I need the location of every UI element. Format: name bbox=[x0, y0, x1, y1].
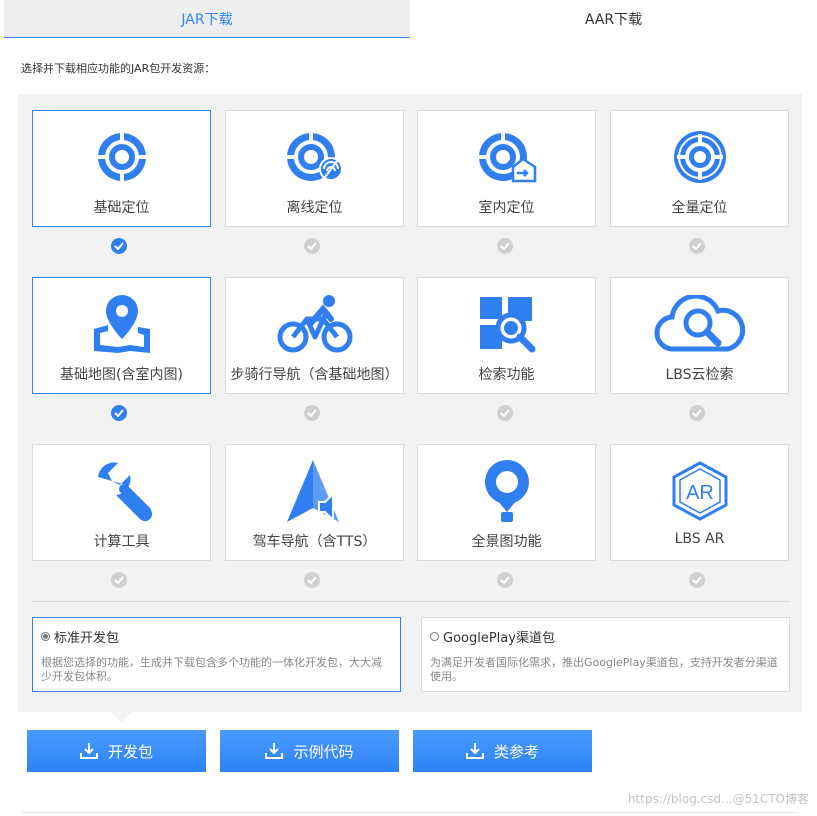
feature-card-calc-tools[interactable]: 计算工具 bbox=[32, 444, 211, 561]
download-icon bbox=[465, 743, 484, 759]
feature-card-lbs-cloud-search[interactable]: LBS云检索 bbox=[610, 277, 789, 394]
location-target-icon bbox=[33, 125, 210, 189]
check-icon-drive-navigation[interactable] bbox=[304, 572, 320, 588]
package-option-standard[interactable]: 标准开发包 根据您选择的功能，生成并下载包含多个功能的一体化开发包，大大减少开发… bbox=[32, 617, 401, 692]
feature-card-search[interactable]: 检索功能 bbox=[417, 277, 596, 394]
check-icon-ride-navigation[interactable] bbox=[304, 405, 320, 421]
check-icon-basic-location[interactable] bbox=[111, 238, 127, 254]
feature-label: 计算工具 bbox=[93, 534, 150, 550]
check-icon-panorama[interactable] bbox=[497, 572, 513, 588]
feature-label: 室内定位 bbox=[478, 200, 535, 216]
package-option-googleplay[interactable]: GooglePlay渠道包 为满足开发者国际化需求，推出GooglePlay渠道… bbox=[421, 617, 790, 692]
tab-jar-download[interactable]: JAR下载 bbox=[4, 0, 410, 38]
search-grid-icon bbox=[418, 292, 595, 356]
feature-label: 驾车导航（含TTS） bbox=[252, 534, 377, 550]
watermark: https://blog.csd...@51CTO博客 bbox=[627, 792, 809, 806]
ar-hexagon-icon: AR bbox=[611, 459, 788, 523]
download-icon bbox=[265, 743, 284, 759]
feature-card-lbs-ar[interactable]: AR LBS AR bbox=[610, 444, 789, 561]
feature-label: 基础地图(含室内图) bbox=[60, 367, 183, 383]
indoor-location-icon bbox=[418, 125, 595, 189]
full-location-icon bbox=[611, 125, 788, 189]
download-class-reference-button[interactable]: 类参考 bbox=[413, 730, 592, 772]
feature-label: 步骑行导航（含基础地图） bbox=[230, 367, 399, 383]
tab-aar-download[interactable]: AAR下载 bbox=[410, 0, 817, 38]
feature-label: 基础定位 bbox=[93, 200, 150, 216]
download-sample-code-button[interactable]: 示例代码 bbox=[220, 730, 399, 772]
feature-card-basic-map[interactable]: 基础地图(含室内图) bbox=[32, 277, 211, 394]
check-icon-basic-map[interactable] bbox=[111, 405, 127, 421]
feature-label: 离线定位 bbox=[286, 200, 343, 216]
check-icon-search[interactable] bbox=[497, 405, 513, 421]
divider bbox=[32, 601, 790, 602]
feature-card-drive-navigation[interactable]: 驾车导航（含TTS） bbox=[225, 444, 404, 561]
feature-card-full-location[interactable]: 全量定位 bbox=[610, 110, 789, 227]
feature-label: LBS云检索 bbox=[665, 367, 734, 383]
feature-label: 全景图功能 bbox=[471, 534, 542, 550]
feature-label: 检索功能 bbox=[478, 367, 535, 383]
wrench-icon bbox=[33, 459, 210, 523]
button-label: 示例代码 bbox=[293, 742, 354, 761]
check-icon-calc-tools[interactable] bbox=[111, 572, 127, 588]
package-title: 标准开发包 bbox=[54, 631, 120, 646]
cyclist-icon bbox=[226, 292, 403, 356]
cloud-search-icon bbox=[611, 292, 788, 356]
feature-card-indoor-location[interactable]: 室内定位 bbox=[417, 110, 596, 227]
feature-card-ride-navigation[interactable]: 步骑行导航（含基础地图） bbox=[225, 277, 404, 394]
check-icon-lbs-cloud-search[interactable] bbox=[689, 405, 705, 421]
package-description: 为满足开发者国际化需求，推出GooglePlay渠道包，支持开发者分渠道使用。 bbox=[430, 656, 778, 683]
intro-text: 选择并下载相应功能的JAR包开发资源： bbox=[21, 62, 216, 75]
check-icon-lbs-ar[interactable] bbox=[689, 572, 705, 588]
selection-pointer bbox=[110, 712, 132, 722]
feature-card-offline-location[interactable]: 离线定位 bbox=[225, 110, 404, 227]
check-icon-offline-location[interactable] bbox=[304, 238, 320, 254]
package-description: 根据您选择的功能，生成并下载包含多个功能的一体化开发包，大大减少开发包体积。 bbox=[41, 656, 382, 683]
feature-card-basic-location[interactable]: 基础定位 bbox=[32, 110, 211, 227]
navigation-arrow-icon bbox=[226, 459, 403, 523]
svg-text:AR: AR bbox=[686, 482, 714, 504]
check-icon-indoor-location[interactable] bbox=[497, 238, 513, 254]
package-title: GooglePlay渠道包 bbox=[443, 631, 555, 646]
panorama-pin-icon bbox=[418, 459, 595, 523]
button-label: 类参考 bbox=[493, 742, 539, 761]
offline-location-icon bbox=[226, 125, 403, 189]
download-icon bbox=[79, 743, 98, 759]
radio-unselected-icon[interactable] bbox=[430, 632, 439, 641]
bottom-divider bbox=[22, 812, 797, 813]
radio-selected-icon[interactable] bbox=[41, 632, 50, 641]
check-icon-full-location[interactable] bbox=[689, 238, 705, 254]
feature-card-panorama[interactable]: 全景图功能 bbox=[417, 444, 596, 561]
button-label: 开发包 bbox=[107, 742, 153, 761]
feature-label: 全量定位 bbox=[671, 200, 728, 216]
map-pin-icon bbox=[33, 292, 210, 356]
download-dev-package-button[interactable]: 开发包 bbox=[27, 730, 206, 772]
feature-label: LBS AR bbox=[674, 531, 725, 547]
